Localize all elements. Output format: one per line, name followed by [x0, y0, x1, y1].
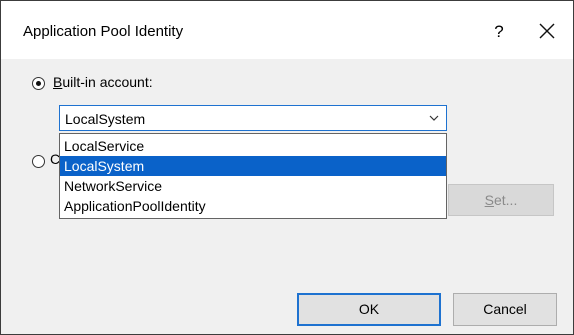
- ok-button[interactable]: OK: [297, 293, 441, 326]
- builtin-account-label[interactable]: Built-in account:: [53, 74, 153, 90]
- chevron-down-icon: [429, 115, 439, 121]
- help-button[interactable]: ?: [489, 20, 509, 44]
- cancel-button[interactable]: Cancel: [453, 293, 557, 326]
- close-button[interactable]: [535, 19, 559, 43]
- builtin-account-radio[interactable]: [32, 77, 45, 90]
- account-dropdown-list: LocalService LocalSystem NetworkService …: [59, 133, 447, 219]
- application-pool-identity-dialog: Application Pool Identity ? Built-in acc…: [0, 0, 574, 335]
- title-bar: Application Pool Identity ?: [1, 1, 573, 59]
- set-button-label: et...: [493, 192, 518, 208]
- set-button[interactable]: Set...: [448, 184, 554, 216]
- builtin-account-select[interactable]: LocalSystem: [59, 105, 447, 131]
- close-icon: [539, 23, 555, 39]
- builtin-account-accelerator: B: [53, 74, 63, 90]
- custom-account-radio[interactable]: [32, 155, 45, 168]
- dialog-title: Application Pool Identity: [23, 23, 184, 40]
- builtin-account-label-text: uilt-in account:: [62, 74, 153, 90]
- option-networkservice[interactable]: NetworkService: [60, 176, 446, 196]
- set-button-accelerator: S: [484, 192, 494, 208]
- option-localservice[interactable]: LocalService: [60, 136, 446, 156]
- select-value: LocalSystem: [65, 111, 146, 127]
- option-localsystem[interactable]: LocalSystem: [60, 156, 446, 176]
- option-applicationpoolidentity[interactable]: ApplicationPoolIdentity: [60, 196, 446, 216]
